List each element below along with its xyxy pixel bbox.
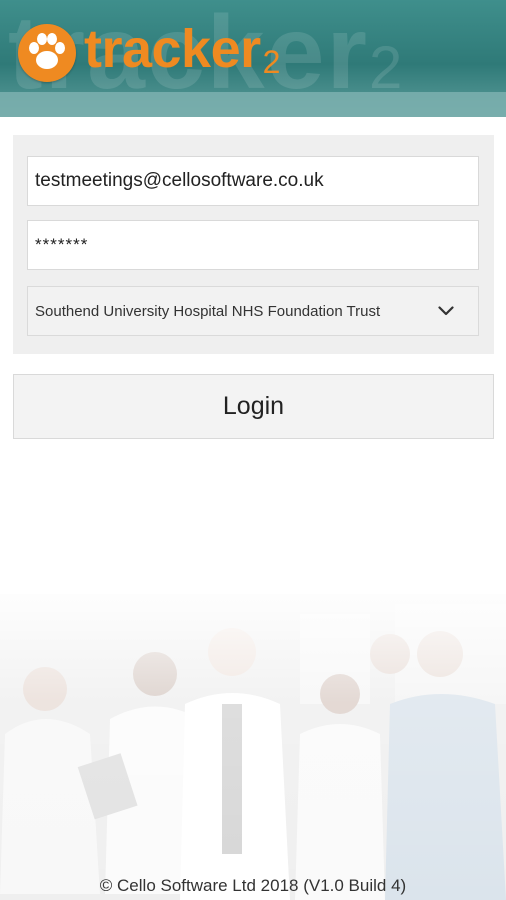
login-form-panel: testmeetings@cellosoftware.co.uk *******…	[13, 135, 494, 354]
trust-select-value: Southend University Hospital NHS Foundat…	[35, 302, 381, 320]
login-button[interactable]: Login	[13, 374, 494, 439]
email-field[interactable]: testmeetings@cellosoftware.co.uk	[27, 156, 479, 206]
password-value: *******	[35, 235, 89, 254]
chevron-down-icon	[438, 306, 454, 316]
email-value: testmeetings@cellosoftware.co.uk	[35, 170, 324, 191]
password-field[interactable]: *******	[27, 220, 479, 270]
paw-icon	[18, 23, 76, 82]
header-strip	[0, 92, 506, 117]
trust-select[interactable]: Southend University Hospital NHS Foundat…	[27, 286, 479, 336]
staff-background-image	[0, 594, 506, 900]
brand-name: tracker2	[84, 19, 280, 80]
app-logo: tracker2	[18, 20, 280, 85]
copyright-footer: © Cello Software Ltd 2018 (V1.0 Build 4)	[99, 876, 407, 895]
app-header: tracker2 tracker2	[0, 0, 506, 117]
